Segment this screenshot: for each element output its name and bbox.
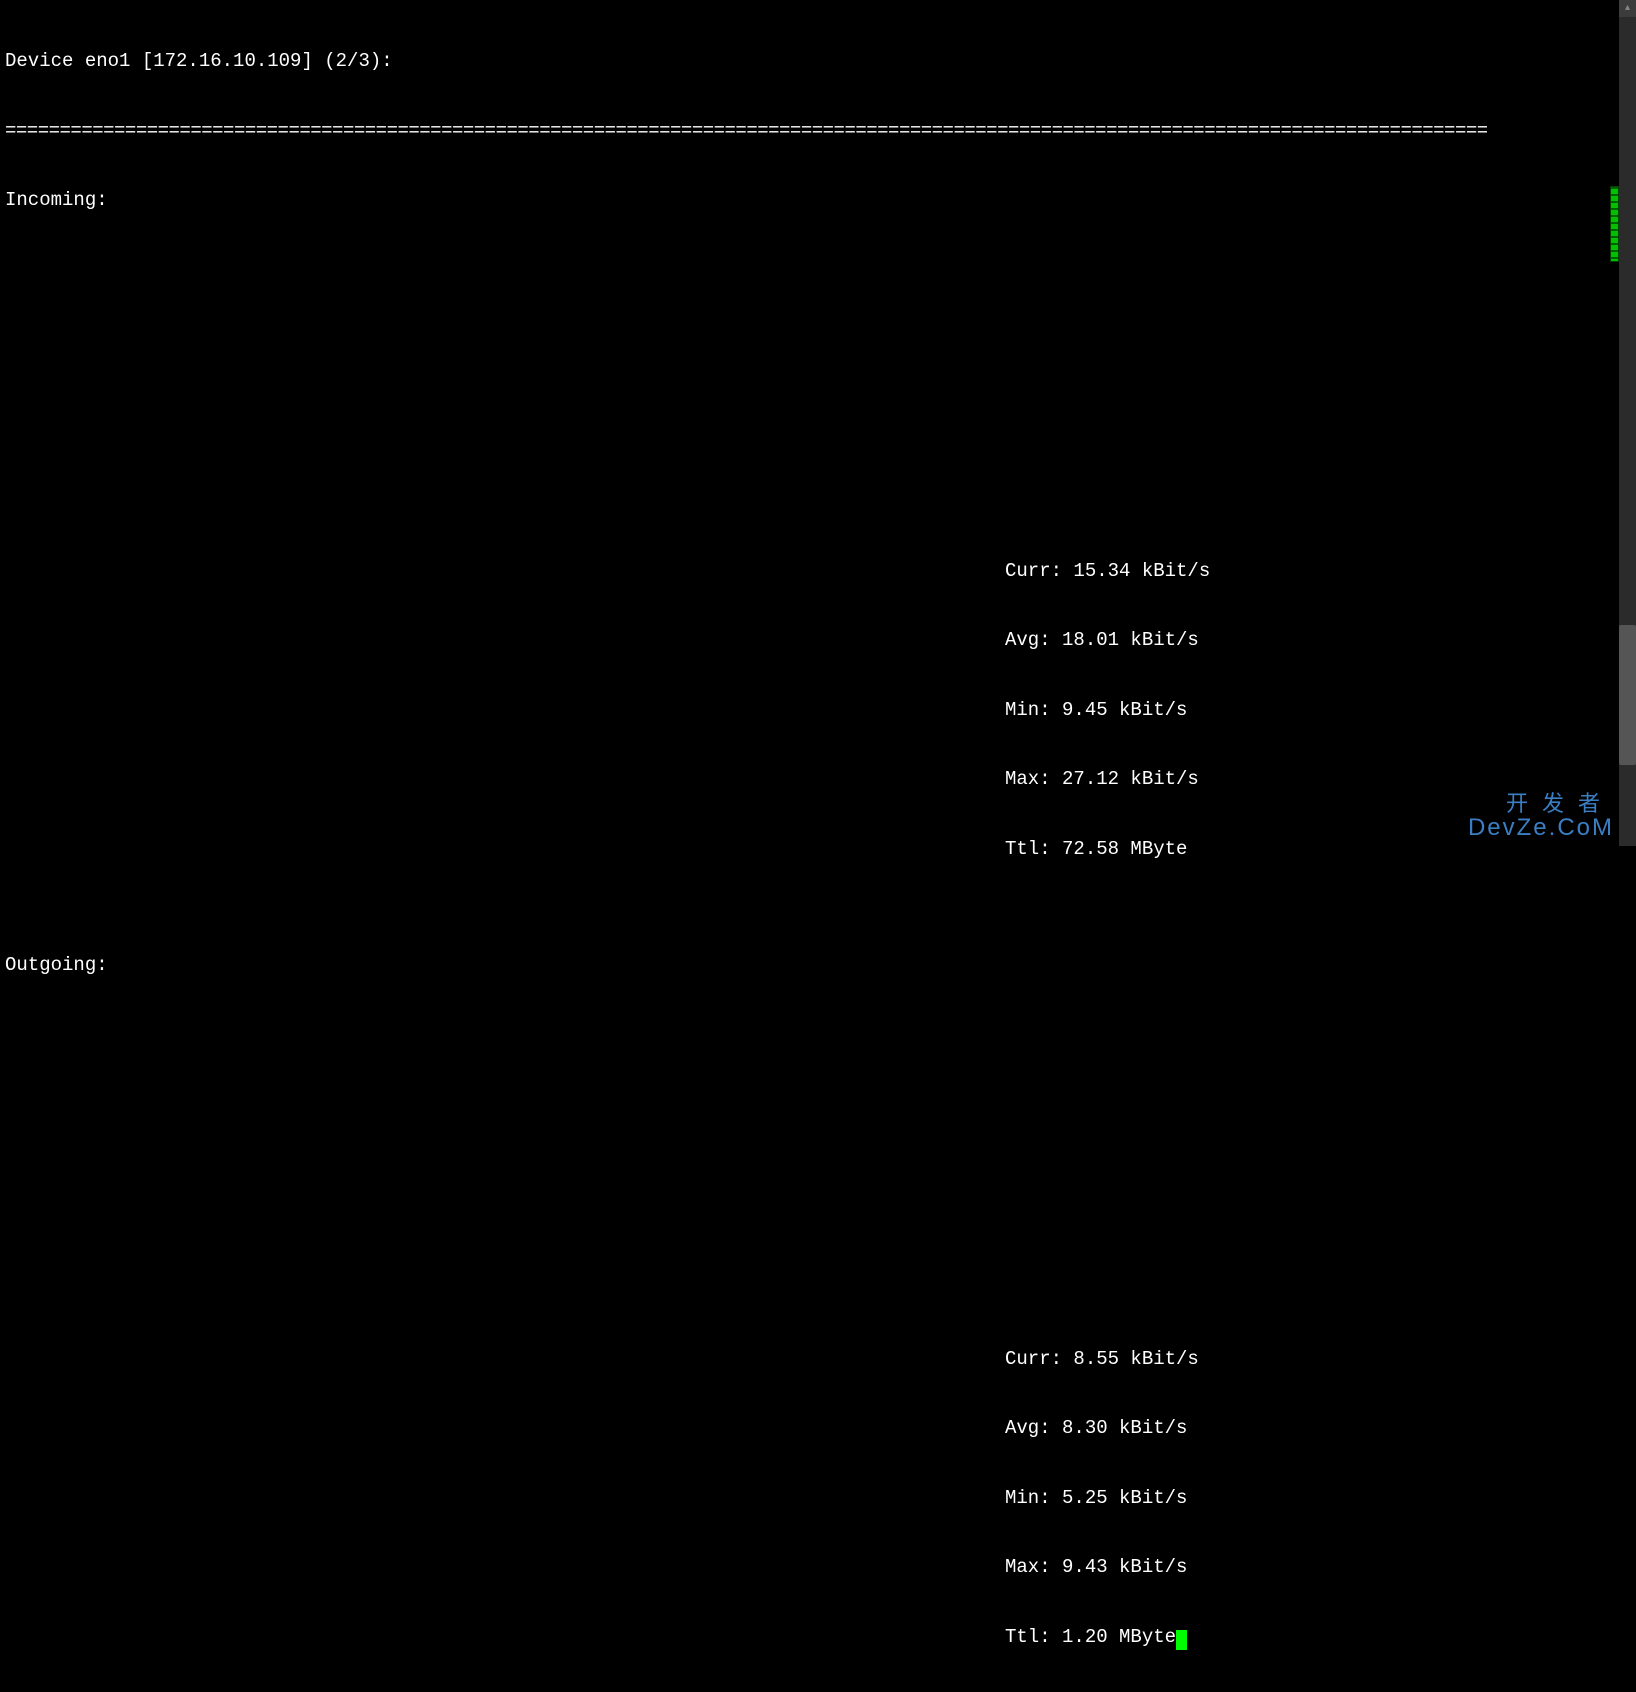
outgoing-label: Outgoing:: [5, 954, 1487, 977]
outgoing-avg: Avg: 8.30 kBit/s: [5, 1417, 1487, 1440]
incoming-stats: Curr: 15.34 kBit/s Avg: 18.01 kBit/s Min…: [5, 513, 1487, 907]
incoming-ttl: Ttl: 72.58 MByte: [5, 838, 1487, 861]
incoming-min: Min: 9.45 kBit/s: [5, 699, 1487, 722]
incoming-graph-area: [5, 259, 1487, 467]
scroll-up-button[interactable]: ▴: [1619, 0, 1636, 17]
terminal-cursor: [1176, 1630, 1187, 1650]
watermark: 开发者 DevZe.CoM: [1468, 792, 1614, 840]
vertical-scrollbar[interactable]: ▴ ▾: [1619, 0, 1636, 846]
outgoing-max: Max: 9.43 kBit/s: [5, 1556, 1487, 1579]
outgoing-curr: Curr: 8.55 kBit/s: [5, 1348, 1487, 1371]
device-header: Device eno1 [172.16.10.109] (2/3):: [5, 50, 1487, 73]
incoming-label: Incoming:: [5, 189, 1487, 212]
divider-line: ========================================…: [5, 120, 1487, 143]
incoming-curr: Curr: 15.34 kBit/s: [5, 560, 1487, 583]
terminal-output: Device eno1 [172.16.10.109] (2/3): =====…: [0, 0, 1492, 846]
outgoing-stats: Curr: 8.55 kBit/s Avg: 8.30 kBit/s Min: …: [5, 1301, 1487, 1692]
outgoing-graph-area: [5, 1023, 1487, 1255]
incoming-avg: Avg: 18.01 kBit/s: [5, 629, 1487, 652]
watermark-bottom: DevZe.CoM: [1468, 815, 1614, 840]
scroll-thumb[interactable]: [1619, 625, 1636, 765]
watermark-top: 开发者: [1468, 792, 1614, 815]
traffic-bar-indicator: [1610, 186, 1619, 262]
incoming-max: Max: 27.12 kBit/s: [5, 768, 1487, 791]
outgoing-ttl: Ttl: 1.20 MByte: [5, 1626, 1487, 1649]
outgoing-min: Min: 5.25 kBit/s: [5, 1487, 1487, 1510]
